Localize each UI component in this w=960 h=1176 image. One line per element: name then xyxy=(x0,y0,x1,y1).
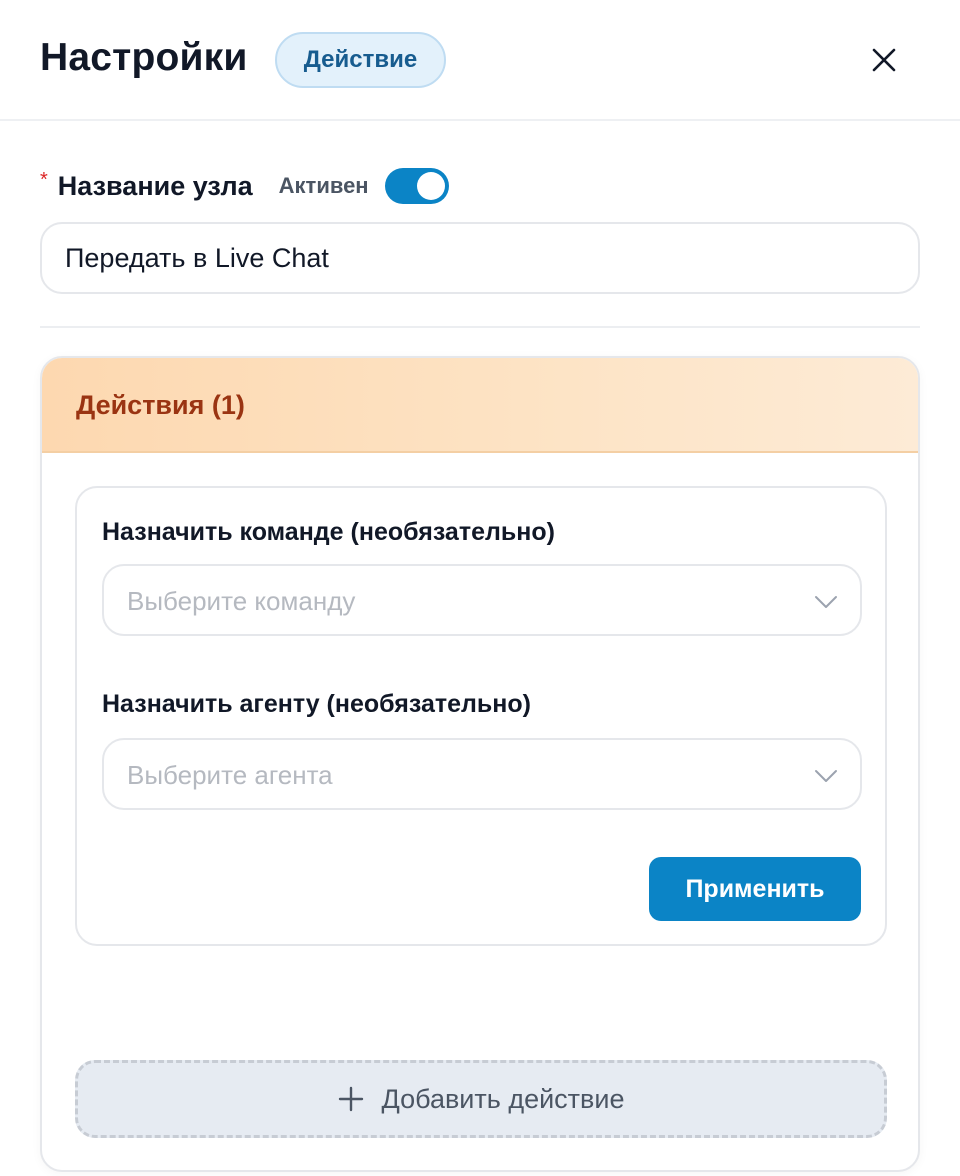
add-action-label: Добавить действие xyxy=(381,1083,625,1114)
close-icon xyxy=(872,48,896,72)
actions-card: Действия (1) Назначить команде (необязат… xyxy=(40,356,920,1172)
node-name-input[interactable] xyxy=(40,222,920,294)
node-type-badge: Действие xyxy=(275,32,446,88)
actions-header: Действия (1) xyxy=(42,358,918,453)
assign-team-label: Назначить команде (необязательно) xyxy=(102,518,555,546)
team-select[interactable]: Выберите команду xyxy=(102,564,862,636)
panel-header: Настройки Действие xyxy=(0,0,960,121)
assign-agent-label: Назначить агенту (необязательно) xyxy=(102,690,531,718)
required-marker: * xyxy=(40,168,48,191)
active-toggle[interactable] xyxy=(384,168,449,204)
plus-icon xyxy=(338,1086,363,1112)
agent-select-placeholder: Выберите агента xyxy=(127,760,333,790)
chevron-down-icon xyxy=(815,596,837,608)
apply-button[interactable]: Применить xyxy=(649,857,861,921)
add-action-button[interactable]: Добавить действие xyxy=(75,1060,887,1138)
action-item: Назначить команде (необязательно) Выбери… xyxy=(75,486,887,946)
node-name-label: Название узла xyxy=(57,170,253,201)
actions-title: Действия (1) xyxy=(76,390,245,420)
close-button[interactable] xyxy=(864,40,904,80)
agent-select[interactable]: Выберите агента xyxy=(102,738,862,810)
active-status-label: Активен xyxy=(278,173,369,198)
team-select-placeholder: Выберите команду xyxy=(127,586,356,616)
divider xyxy=(40,326,920,328)
node-name-label-row: * Название узла Активен xyxy=(40,166,449,206)
chevron-down-icon xyxy=(815,770,837,782)
page-title: Настройки xyxy=(40,36,248,79)
toggle-knob xyxy=(416,172,445,200)
